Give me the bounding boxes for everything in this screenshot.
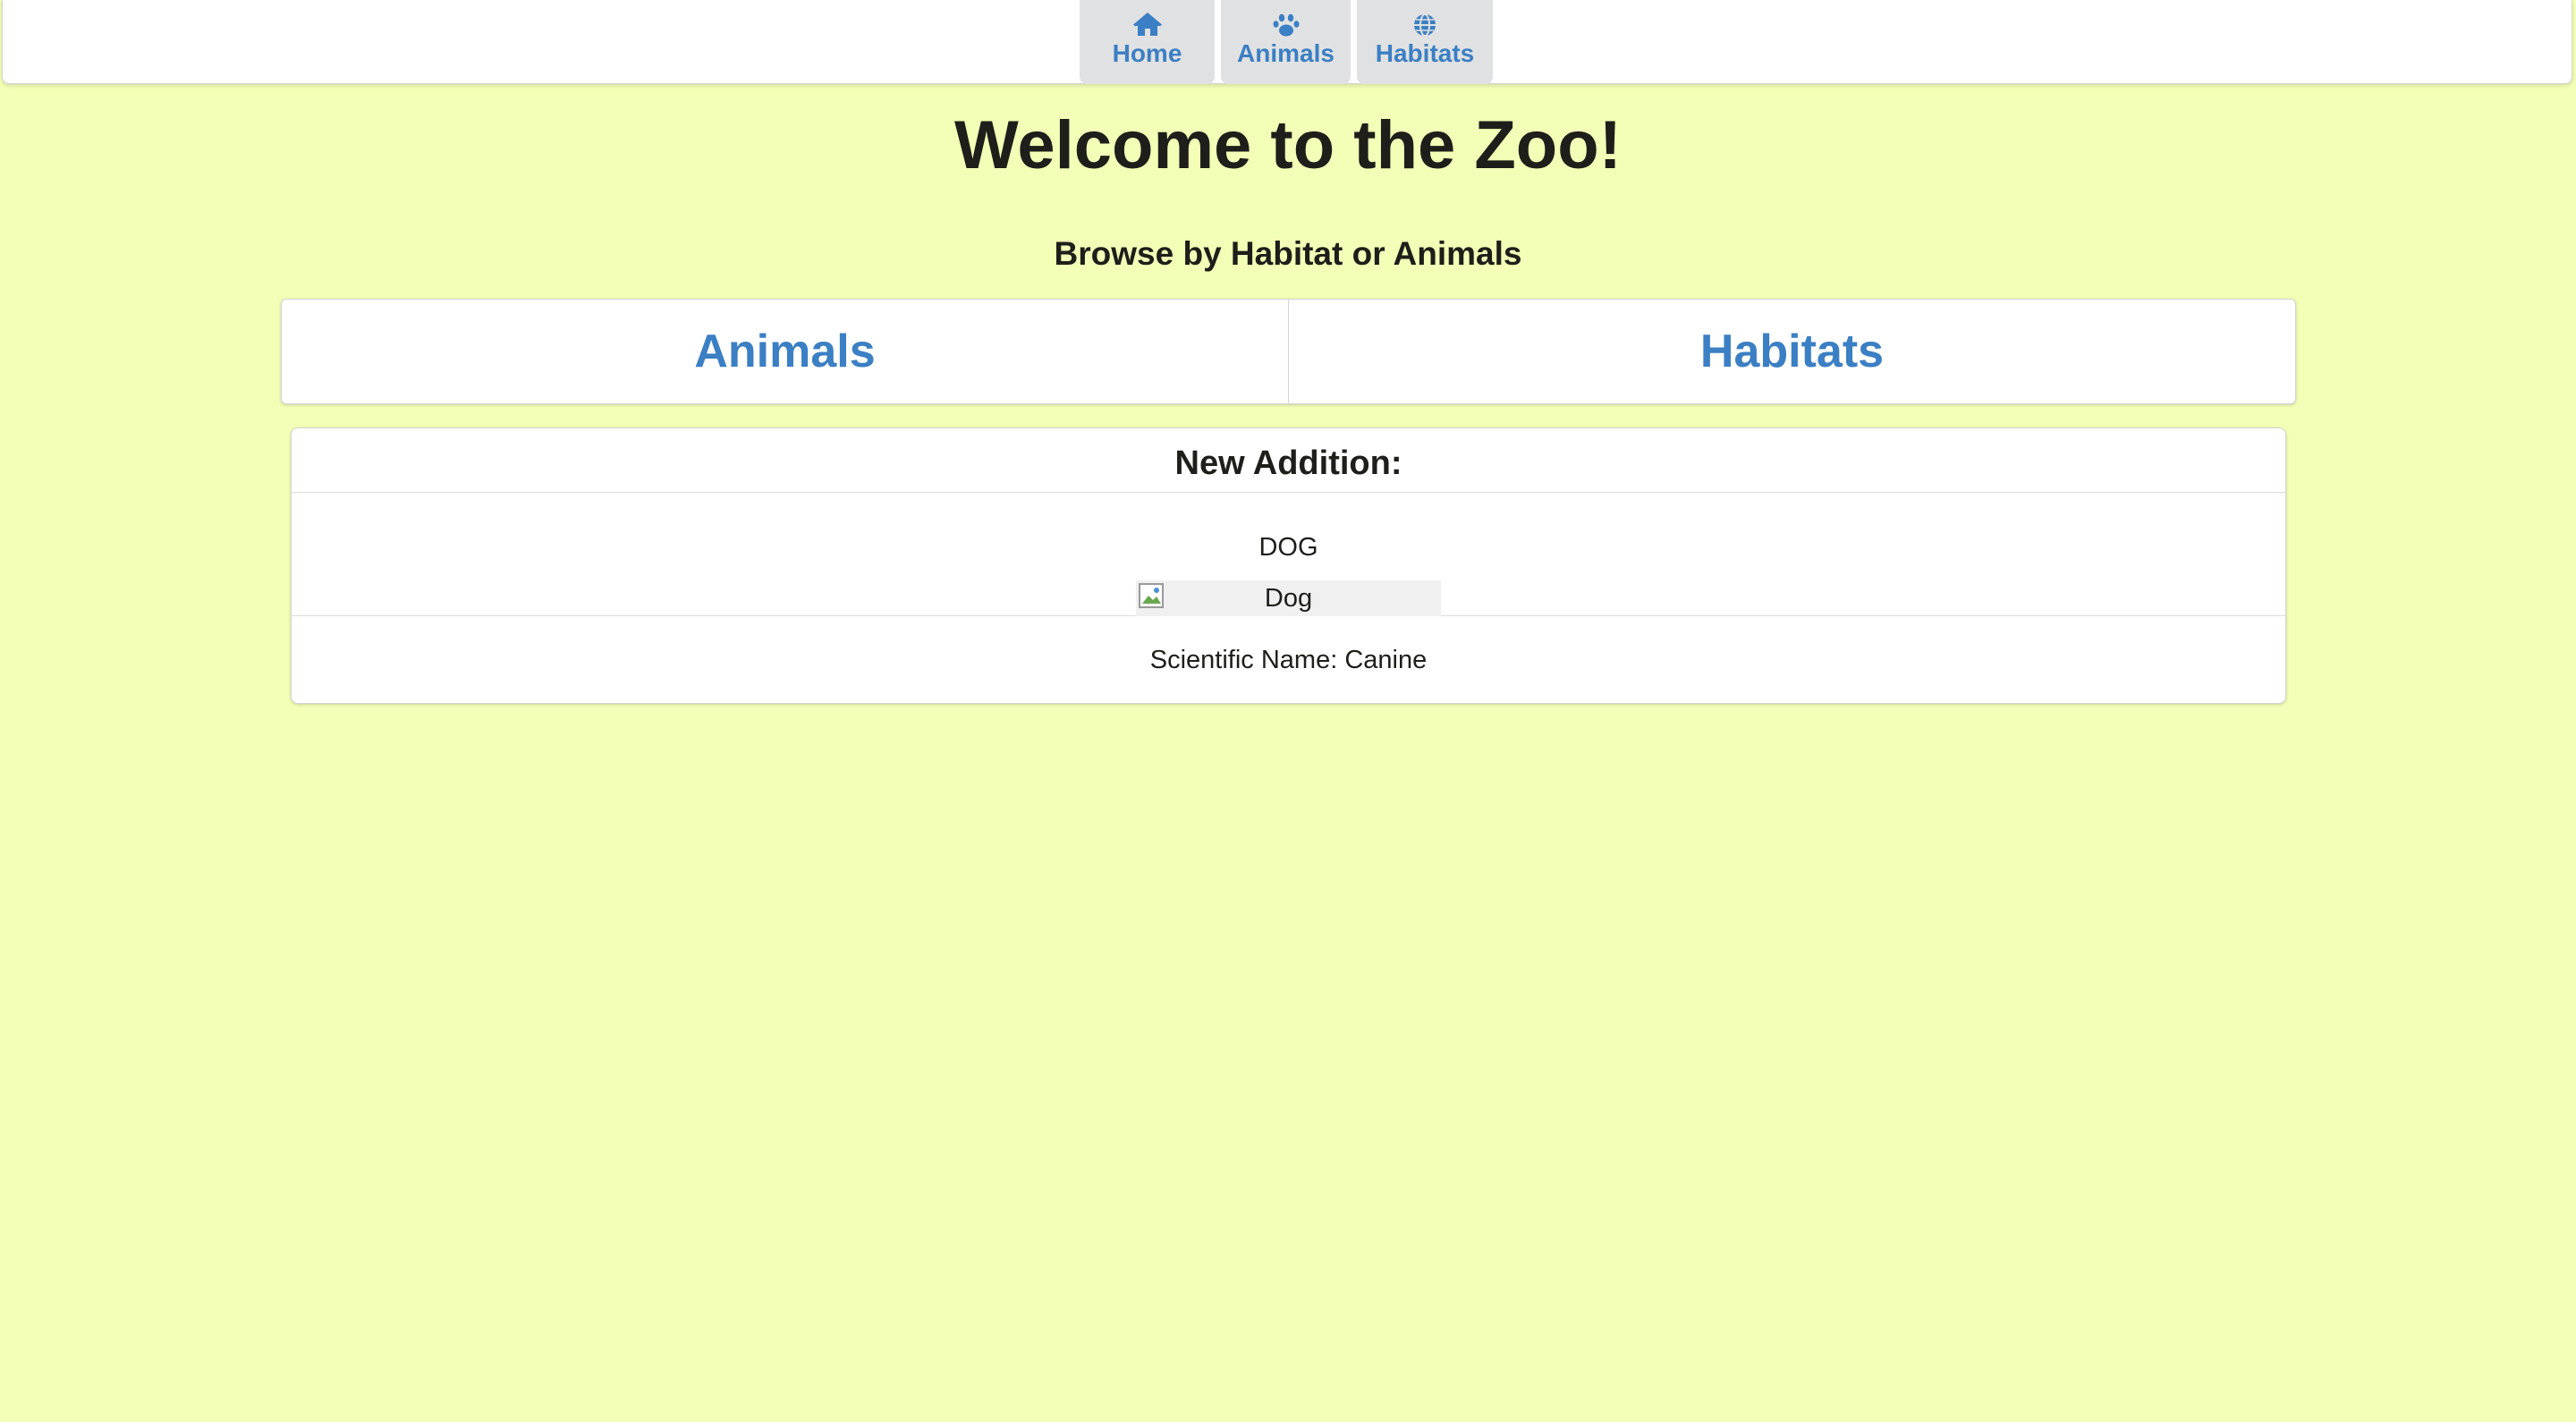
menu-items: Home Animals Habitats	[1080, 0, 1493, 84]
browse-animals-link[interactable]: Animals	[282, 300, 1288, 403]
globe-icon	[1414, 13, 1436, 37]
nav-animals-label: Animals	[1237, 39, 1335, 67]
nav-home-button[interactable]: Home	[1080, 0, 1215, 84]
new-addition-card: New Addition: DOG Dog Scientific Name: C…	[291, 427, 2286, 704]
animal-image: Dog	[1136, 580, 1441, 616]
nav-home-label: Home	[1112, 39, 1182, 67]
animal-image-alt: Dog	[1264, 584, 1313, 613]
scientific-name: Scientific Name: Canine	[1149, 646, 1428, 674]
browse-habitats-link[interactable]: Habitats	[1288, 300, 2295, 403]
top-menu-bar: Home Animals Habitats	[2, 0, 2572, 84]
card-header: New Addition:	[292, 428, 2285, 493]
nav-animals-button[interactable]: Animals	[1221, 0, 1351, 84]
animal-name: DOG	[1258, 533, 1318, 562]
nav-habitats-label: Habitats	[1375, 39, 1475, 67]
home-icon	[1132, 13, 1162, 36]
paw-icon	[1273, 13, 1299, 37]
page-title: Welcome to the Zoo!	[954, 107, 1622, 183]
card-body: DOG Dog	[292, 493, 2285, 616]
browse-menu: Animals Habitats	[281, 299, 2296, 404]
page-subtitle: Browse by Habitat or Animals	[1054, 235, 1522, 272]
broken-image-icon	[1139, 583, 1164, 608]
nav-habitats-button[interactable]: Habitats	[1357, 0, 1493, 84]
